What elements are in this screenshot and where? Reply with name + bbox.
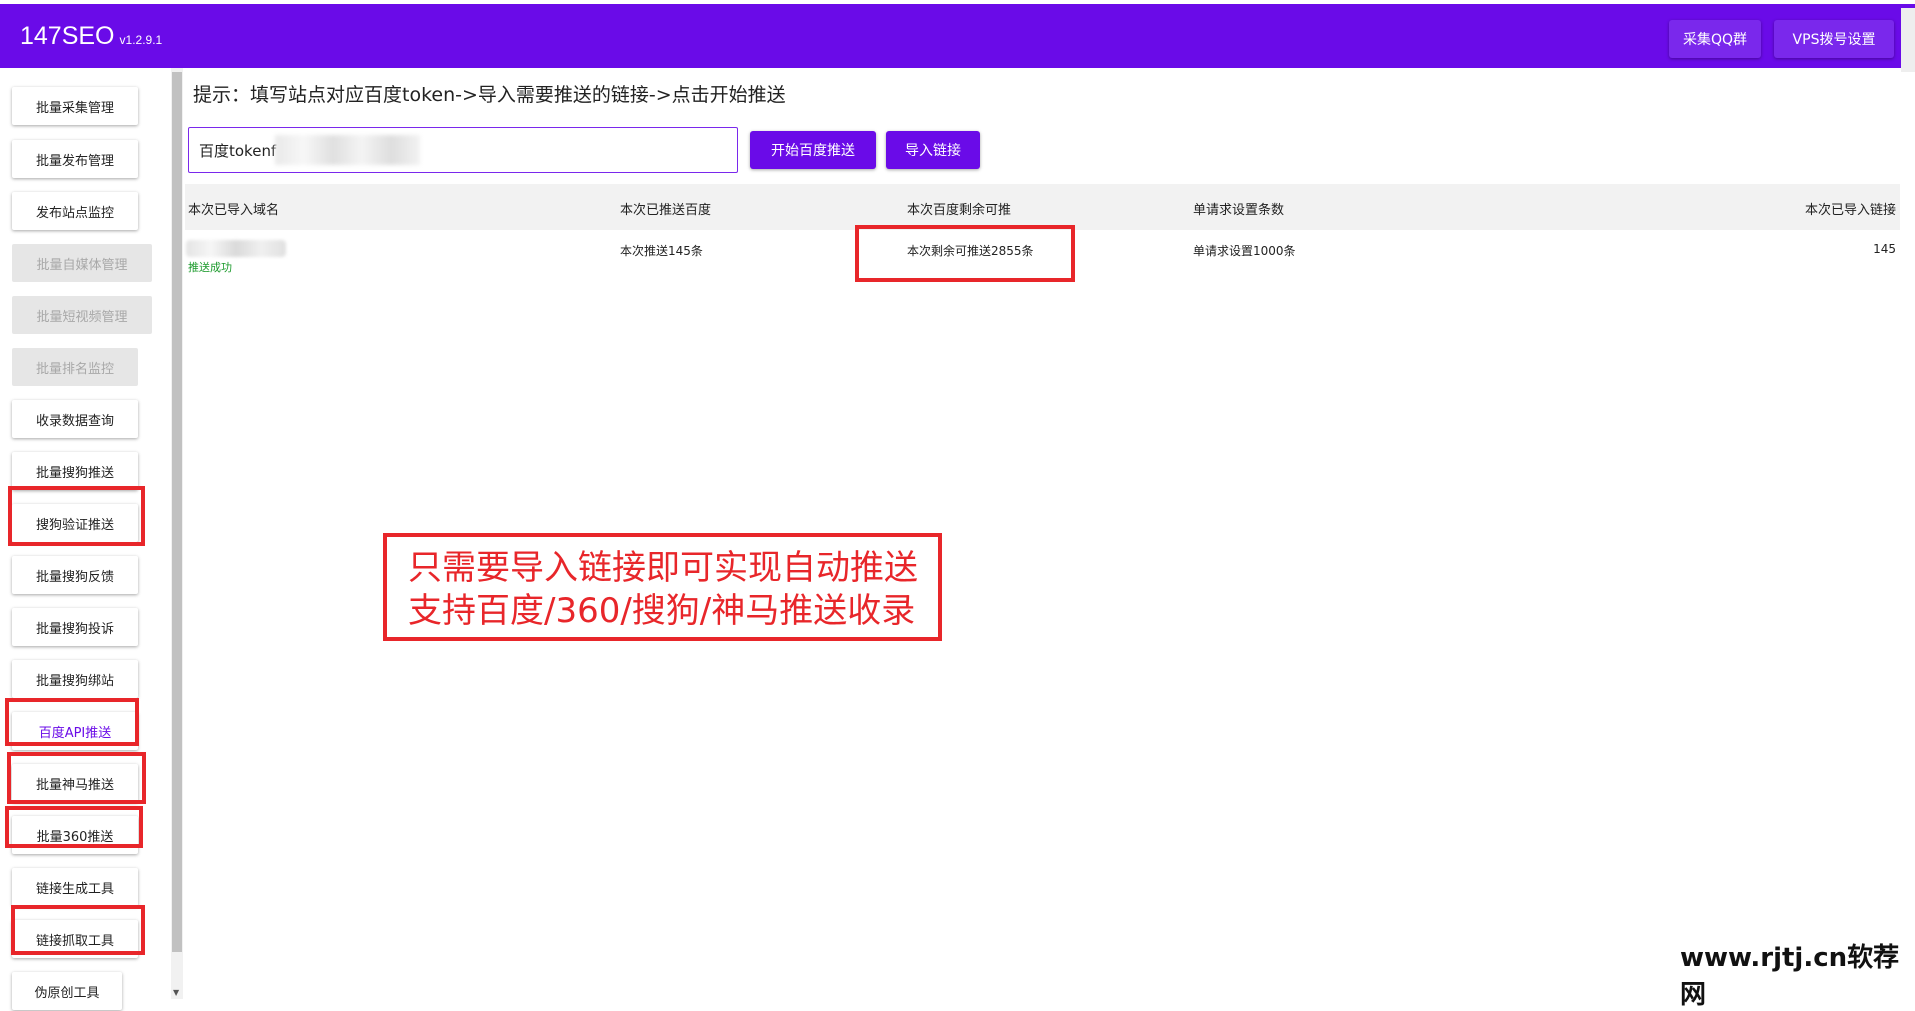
annotation-line-2: 支持百度/360/搜狗/神马推送收录 xyxy=(408,591,916,631)
annotation-line-1: 只需要导入链接即可实现自动推送 xyxy=(408,548,918,588)
sidebar-item-index-query[interactable]: 收录数据查询 xyxy=(12,400,138,438)
sidebar-item-short-video[interactable]: 批量短视频管理 xyxy=(12,296,152,334)
domain-redacted-blur xyxy=(186,240,286,257)
start-baidu-push-button[interactable]: 开始百度推送 xyxy=(750,131,876,169)
site-watermark: www.rjtj.cn软荐网 xyxy=(1680,943,1900,1010)
baidu-token-input[interactable] xyxy=(188,127,738,173)
sidebar-item-sogou-complaint[interactable]: 批量搜狗投诉 xyxy=(12,608,138,646)
sidebar-item-sogou-bind[interactable]: 批量搜狗绑站 xyxy=(12,660,138,698)
sidebar-scrollbar-thumb[interactable] xyxy=(172,72,182,952)
sidebar-item-sogou-push[interactable]: 批量搜狗推送 xyxy=(12,452,138,490)
header-scrollbar[interactable] xyxy=(1901,8,1915,72)
sidebar-item-pseudo-original[interactable]: 伪原创工具 xyxy=(12,972,122,1010)
cell-pushed: 本次推送145条 xyxy=(620,244,703,258)
app-brand: 147SEO v1.2.9.1 xyxy=(20,22,162,51)
annotation-callout: 只需要导入链接即可实现自动推送 支持百度/360/搜狗/神马推送收录 xyxy=(383,533,942,641)
highlight-box-link-crawler xyxy=(11,905,145,955)
sidebar-item-self-media[interactable]: 批量自媒体管理 xyxy=(12,244,152,282)
table-header: 本次已导入域名 本次已推送百度 本次百度剩余可推 单请求设置条数 本次已导入链接 xyxy=(185,184,1900,230)
token-redacted-blur xyxy=(275,135,420,165)
qq-group-button[interactable]: 采集QQ群 xyxy=(1669,20,1761,58)
sidebar-item-rank-monitor[interactable]: 批量排名监控 xyxy=(12,348,138,386)
highlight-box-360 xyxy=(5,806,143,848)
cell-per-request: 单请求设置1000条 xyxy=(1193,244,1296,258)
cell-imported: 145 xyxy=(1873,242,1896,256)
column-header-remaining: 本次百度剩余可推 xyxy=(907,203,1012,218)
sidebar-item-site-monitor[interactable]: 发布站点监控 xyxy=(12,192,138,230)
column-header-domain: 本次已导入域名 xyxy=(188,203,280,218)
vps-settings-button[interactable]: VPS拨号设置 xyxy=(1774,20,1894,58)
import-links-button[interactable]: 导入链接 xyxy=(886,131,980,169)
sidebar-item-batch-collect[interactable]: 批量采集管理 xyxy=(12,87,138,125)
highlight-box-shenma xyxy=(7,752,146,804)
highlight-box-remaining xyxy=(855,225,1075,282)
sidebar-item-link-generator[interactable]: 链接生成工具 xyxy=(12,868,138,906)
column-header-per-request: 单请求设置条数 xyxy=(1193,203,1285,218)
sidebar-item-sogou-feedback[interactable]: 批量搜狗反馈 xyxy=(12,556,138,594)
highlight-box-sogou-verify xyxy=(8,486,145,546)
scroll-down-arrow-icon[interactable]: ▼ xyxy=(173,988,179,997)
app-header: 147SEO v1.2.9.1 采集QQ群 VPS拨号设置 xyxy=(0,4,1915,72)
sidebar-scrollbar[interactable]: ▼ xyxy=(171,68,183,999)
sidebar-item-batch-publish[interactable]: 批量发布管理 xyxy=(12,140,138,178)
column-header-pushed: 本次已推送百度 xyxy=(620,203,712,218)
column-header-imported: 本次已导入链接 xyxy=(1804,203,1896,218)
instruction-hint: 提示：填写站点对应百度token->导入需要推送的链接->点击开始推送 xyxy=(193,84,786,106)
highlight-box-baidu-api xyxy=(5,698,139,746)
push-success-status: 推送成功 xyxy=(188,261,232,274)
app-version: v1.2.9.1 xyxy=(119,33,163,47)
app-title: 147SEO xyxy=(20,22,115,50)
